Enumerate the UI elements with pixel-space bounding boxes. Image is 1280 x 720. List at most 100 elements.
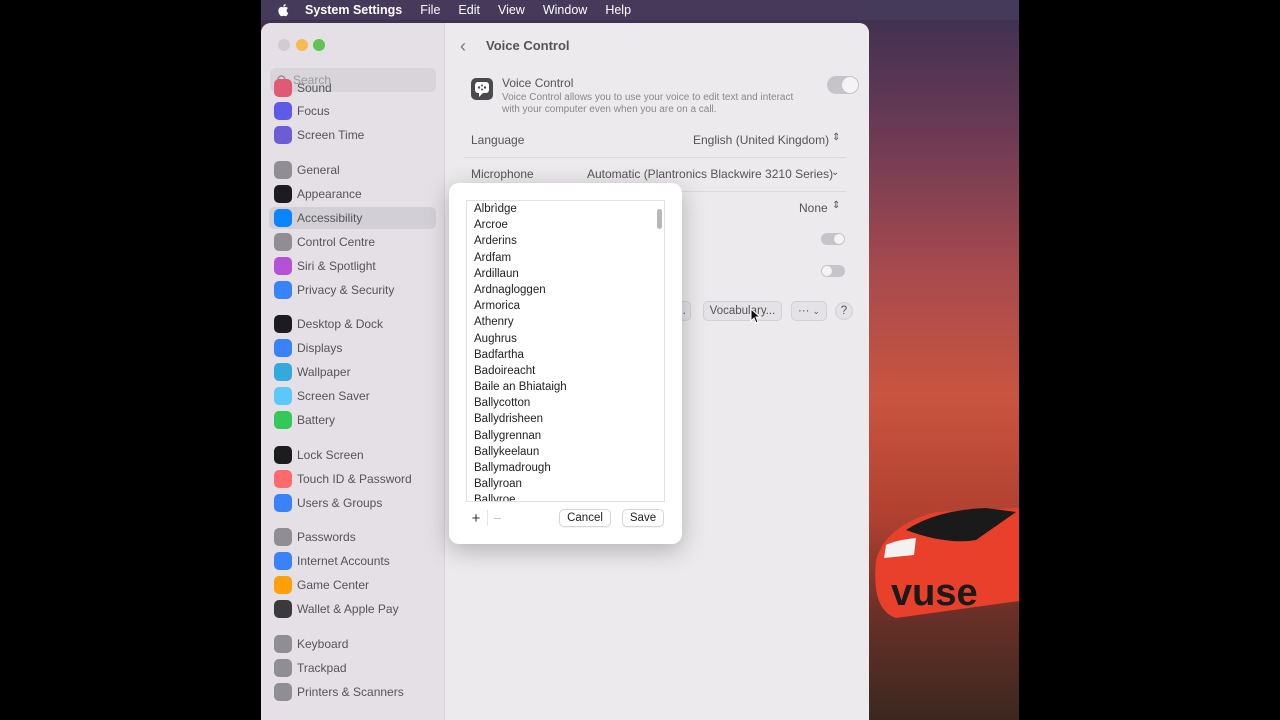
mouse-cursor-icon: [750, 308, 762, 324]
sidebar-item-passwords[interactable]: Passwords: [269, 526, 436, 548]
chevron-down-icon: ⌄: [812, 305, 821, 316]
list-item[interactable]: Armorica: [467, 298, 664, 314]
sidebar-item-control-centre[interactable]: Control Centre: [269, 231, 436, 253]
sidebar-item-label: Appearance: [297, 187, 362, 201]
apple-menu-icon[interactable]: [277, 3, 291, 17]
chevron-down-icon[interactable]: ⌄: [831, 167, 839, 178]
sidebar-item-accessibility[interactable]: Accessibility: [269, 207, 436, 229]
list-item[interactable]: Ballyroe: [467, 492, 664, 501]
sidebar-item-label: Displays: [297, 341, 343, 355]
chevron-updown-icon[interactable]: ⇕: [832, 200, 840, 211]
save-button[interactable]: Save: [622, 509, 664, 527]
back-button[interactable]: ‹: [460, 36, 466, 57]
list-item[interactable]: Athenry: [467, 314, 664, 330]
sidebar-item-label: Lock Screen: [297, 448, 364, 462]
accessibility-icon: [274, 209, 292, 227]
sidebar-item-sound[interactable]: Sound: [269, 77, 436, 99]
keyboard-icon: [274, 635, 292, 653]
sidebar-item-general[interactable]: General: [269, 159, 436, 181]
option-toggle-off[interactable]: [821, 265, 845, 277]
list-item[interactable]: Arderins: [467, 233, 664, 249]
sidebar-item-keyboard[interactable]: Keyboard: [269, 633, 436, 655]
sidebar-item-game-center[interactable]: Game Center: [269, 574, 436, 596]
sidebar-item-wallpaper[interactable]: Wallpaper: [269, 361, 436, 383]
game-center-icon: [274, 576, 292, 594]
page-title: Voice Control: [486, 38, 570, 53]
wallpaper-car-image: vuse: [875, 508, 1019, 618]
list-item[interactable]: Ardfam: [467, 250, 664, 266]
divider: [464, 157, 846, 158]
sidebar-item-printers-scanners[interactable]: Printers & Scanners: [269, 681, 436, 703]
voice-control-app-icon: [471, 78, 493, 100]
menu-window[interactable]: Window: [543, 3, 587, 17]
menu-edit[interactable]: Edit: [458, 3, 480, 17]
menu-help[interactable]: Help: [605, 3, 631, 17]
microphone-popup[interactable]: Automatic (Plantronics Blackwire 3210 Se…: [587, 167, 833, 181]
touch-id-password-icon: [274, 470, 292, 488]
sidebar-item-label: Game Center: [297, 578, 370, 592]
list-item[interactable]: Albrìdge: [467, 201, 664, 217]
language-label: Language: [471, 133, 525, 147]
sidebar-item-lock-screen[interactable]: Lock Screen: [269, 444, 436, 466]
sidebar-item-trackpad[interactable]: Trackpad: [269, 657, 436, 679]
sidebar-item-screen-time[interactable]: Screen Time: [269, 124, 436, 146]
sidebar-item-appearance[interactable]: Appearance: [269, 183, 436, 205]
chevron-updown-icon[interactable]: ⇕: [832, 132, 840, 143]
list-item[interactable]: Ballygrennan: [467, 428, 664, 444]
list-item[interactable]: Ardillaun: [467, 266, 664, 282]
list-item[interactable]: Ballydrisheen: [467, 411, 664, 427]
list-item[interactable]: Arcroe: [467, 217, 664, 233]
sidebar-item-privacy-security[interactable]: Privacy & Security: [269, 279, 436, 301]
sidebar-item-label: Wallet & Apple Pay: [297, 602, 399, 616]
sidebar-item-siri-spotlight[interactable]: Siri & Spotlight: [269, 255, 436, 277]
sidebar-item-touch-id-password[interactable]: Touch ID & Password: [269, 468, 436, 490]
wallpaper-brand-text: vuse: [891, 572, 978, 614]
sidebar-item-battery[interactable]: Battery: [269, 409, 436, 431]
sidebar-item-focus[interactable]: Focus: [269, 100, 436, 122]
scrollbar[interactable]: [657, 209, 662, 229]
menu-app-name[interactable]: System Settings: [305, 3, 402, 17]
sidebar-item-label: Focus: [297, 104, 330, 118]
list-item[interactable]: Baile an Bhiataigh: [467, 379, 664, 395]
microphone-label: Microphone: [471, 167, 534, 181]
close-window-button[interactable]: [278, 39, 290, 51]
sidebar-item-displays[interactable]: Displays: [269, 337, 436, 359]
language-popup[interactable]: English (United Kingdom): [693, 133, 829, 147]
sidebar-item-label: Desktop & Dock: [297, 317, 384, 331]
list-item[interactable]: Badfartha: [467, 347, 664, 363]
vocabulary-list[interactable]: Albrìdge Arcroe Arderins Ardfam Ardillaun Ard…: [466, 200, 665, 502]
cancel-button[interactable]: Cancel: [559, 509, 611, 527]
battery-icon: [274, 411, 292, 429]
option-toggle-on[interactable]: [821, 233, 845, 245]
list-item[interactable]: Ballymadrough: [467, 460, 664, 476]
zoom-window-button[interactable]: [313, 39, 325, 51]
sidebar: Search Sound Focus Screen Time General Appea…: [261, 23, 445, 720]
more-menu-button[interactable]: ··· ⌄: [791, 301, 827, 321]
list-item[interactable]: Badoireacht: [467, 363, 664, 379]
menu-view[interactable]: View: [498, 3, 525, 17]
remove-word-button[interactable]: −: [487, 510, 507, 526]
minimize-window-button[interactable]: [296, 39, 308, 51]
general-icon: [274, 161, 292, 179]
menu-file[interactable]: File: [420, 3, 440, 17]
none-popup[interactable]: None: [799, 201, 828, 215]
list-item[interactable]: Ballykeelaun: [467, 444, 664, 460]
list-item[interactable]: Ballycotton: [467, 395, 664, 411]
appearance-icon: [274, 185, 292, 203]
sidebar-item-screen-saver[interactable]: Screen Saver: [269, 385, 436, 407]
list-item[interactable]: Ballyroan: [467, 476, 664, 492]
list-item[interactable]: Aughrus: [467, 331, 664, 347]
list-item[interactable]: Ardnagloggen: [467, 282, 664, 298]
sidebar-item-internet-accounts[interactable]: Internet Accounts: [269, 550, 436, 572]
sidebar-item-label: Control Centre: [297, 235, 376, 249]
help-button[interactable]: ?: [835, 302, 853, 320]
voice-control-title: Voice Control: [502, 76, 574, 90]
voice-control-toggle[interactable]: [827, 76, 859, 94]
desktop-dock-icon: [274, 315, 292, 333]
sidebar-item-desktop-dock[interactable]: Desktop & Dock: [269, 313, 436, 335]
vocabulary-sheet: Albrìdge Arcroe Arderins Ardfam Ardillaun Ard…: [449, 183, 682, 544]
sidebar-item-users-groups[interactable]: Users & Groups: [269, 492, 436, 514]
vocabulary-button[interactable]: Vocabulary...: [703, 301, 782, 321]
add-word-button[interactable]: +: [466, 510, 486, 527]
sidebar-item-wallet-apple-pay[interactable]: Wallet & Apple Pay: [269, 598, 436, 620]
